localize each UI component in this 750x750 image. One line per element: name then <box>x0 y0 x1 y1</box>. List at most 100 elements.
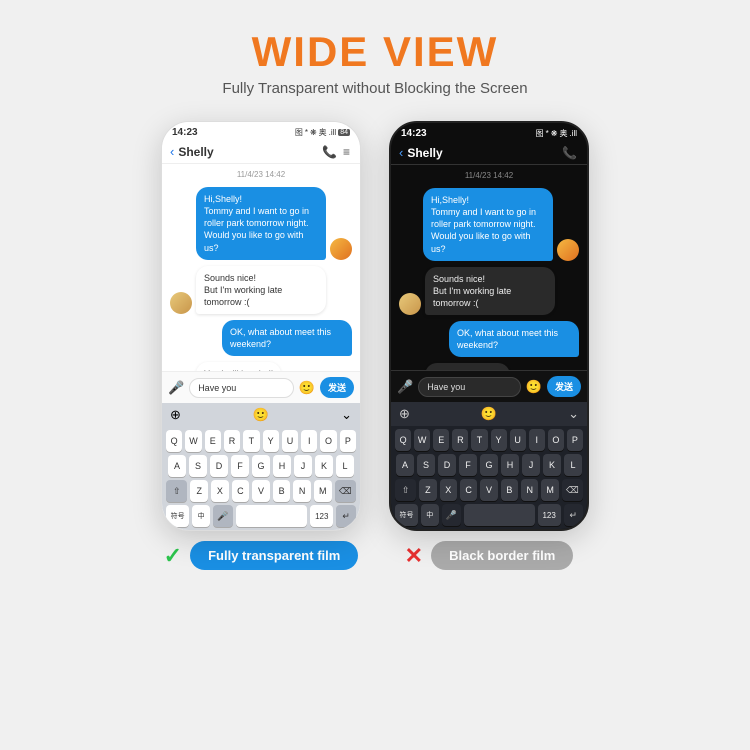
back-arrow-right[interactable]: ‹ <box>399 145 403 160</box>
key-lang[interactable]: 中 <box>192 505 210 527</box>
key-rbackspace[interactable]: ⌫ <box>562 479 583 501</box>
phone-right-inner: 14:23 图 * ❋ 奥 .ill ‹ Shelly <box>391 123 587 529</box>
key-mic[interactable]: 🎤 <box>213 505 233 527</box>
key-Y[interactable]: Y <box>263 430 279 452</box>
kb-tool-1[interactable]: ⊕ <box>170 407 181 423</box>
key-I[interactable]: I <box>301 430 317 452</box>
status-icons-right: 图 * ❋ 奥 .ill <box>536 128 577 139</box>
emoji-icon-right[interactable]: 🙂 <box>526 379 542 395</box>
key-rlang[interactable]: 中 <box>421 504 439 526</box>
key-rsymbol[interactable]: 符号 <box>395 504 418 526</box>
key-num[interactable]: 123 <box>310 505 333 527</box>
key-rE[interactable]: E <box>433 429 449 451</box>
key-E[interactable]: E <box>205 430 221 452</box>
chat-icons-right: 📞 <box>562 146 577 160</box>
send-button-right[interactable]: 发送 <box>547 376 581 397</box>
kb-tool-2[interactable]: 🙂 <box>253 407 269 423</box>
key-rL[interactable]: L <box>564 454 582 476</box>
key-rM[interactable]: M <box>541 479 558 501</box>
key-space[interactable] <box>236 505 307 527</box>
key-rZ[interactable]: Z <box>419 479 436 501</box>
phone-left-frame: 14:23 图 * ❋ 奥 .ill 84 ‹ Shelly <box>161 121 361 531</box>
phone-icon-right[interactable]: 📞 <box>562 146 577 160</box>
key-rA[interactable]: A <box>396 454 414 476</box>
key-rshift[interactable]: ⇧ <box>395 479 416 501</box>
key-rO[interactable]: O <box>548 429 564 451</box>
main-subtitle: Fully Transparent without Blocking the S… <box>222 80 527 97</box>
phone-icon-left[interactable]: 📞 <box>322 145 337 159</box>
key-V[interactable]: V <box>252 480 270 502</box>
key-rspace[interactable] <box>464 504 535 526</box>
key-rW[interactable]: W <box>414 429 430 451</box>
input-area-left: 🎤 Have you 🙂 发送 <box>162 371 360 403</box>
kb-row-3-left: ⇧ Z X C V B N M ⌫ <box>166 480 356 502</box>
key-rB[interactable]: B <box>501 479 518 501</box>
key-J[interactable]: J <box>294 455 312 477</box>
date-label-right: 11/4/23 14:42 <box>399 171 579 180</box>
key-rU[interactable]: U <box>510 429 526 451</box>
kb-tool-r3[interactable]: ⌄ <box>568 406 579 422</box>
key-D[interactable]: D <box>210 455 228 477</box>
key-C[interactable]: C <box>232 480 250 502</box>
key-rH[interactable]: H <box>501 454 519 476</box>
emoji-icon-left[interactable]: 🙂 <box>299 380 315 396</box>
key-rQ[interactable]: Q <box>395 429 411 451</box>
key-rY[interactable]: Y <box>491 429 507 451</box>
mic-icon-right[interactable]: 🎤 <box>397 379 413 395</box>
kb-tool-3[interactable]: ⌄ <box>341 407 352 423</box>
key-H[interactable]: H <box>273 455 291 477</box>
messages-left: 11/4/23 14:42 Hi,Shelly!Tommy and I want… <box>162 164 360 371</box>
key-rX[interactable]: X <box>440 479 457 501</box>
key-rV[interactable]: V <box>480 479 497 501</box>
key-rF[interactable]: F <box>459 454 477 476</box>
key-Z[interactable]: Z <box>190 480 208 502</box>
input-box-left[interactable]: Have you <box>189 378 294 398</box>
key-symbol[interactable]: 符号 <box>166 505 189 527</box>
key-U[interactable]: U <box>282 430 298 452</box>
key-shift[interactable]: ⇧ <box>166 480 187 502</box>
key-A[interactable]: A <box>168 455 186 477</box>
key-F[interactable]: F <box>231 455 249 477</box>
key-X[interactable]: X <box>211 480 229 502</box>
kb-row-4-right: 符号 中 🎤 123 ↵ <box>395 504 583 526</box>
key-Q[interactable]: Q <box>166 430 182 452</box>
key-K[interactable]: K <box>315 455 333 477</box>
key-renter[interactable]: ↵ <box>564 504 583 526</box>
key-P[interactable]: P <box>340 430 356 452</box>
kb-tool-r2[interactable]: 🙂 <box>481 406 497 422</box>
key-rI[interactable]: I <box>529 429 545 451</box>
key-rN[interactable]: N <box>521 479 538 501</box>
key-rJ[interactable]: J <box>522 454 540 476</box>
key-G[interactable]: G <box>252 455 270 477</box>
menu-icon-left[interactable]: ≡ <box>343 145 350 159</box>
key-rC[interactable]: C <box>460 479 477 501</box>
key-backspace[interactable]: ⌫ <box>335 480 356 502</box>
key-rD[interactable]: D <box>438 454 456 476</box>
key-N[interactable]: N <box>293 480 311 502</box>
left-label-pill: Fully transparent film <box>190 541 358 570</box>
input-box-right[interactable]: Have you <box>418 377 521 397</box>
mic-icon-left[interactable]: 🎤 <box>168 380 184 396</box>
back-arrow-left[interactable]: ‹ <box>170 144 174 159</box>
key-rP[interactable]: P <box>567 429 583 451</box>
key-rnum[interactable]: 123 <box>538 504 561 526</box>
right-label-pill: Black border film <box>431 541 573 570</box>
send-button-left[interactable]: 发送 <box>320 377 354 398</box>
key-rR[interactable]: R <box>452 429 468 451</box>
key-L[interactable]: L <box>336 455 354 477</box>
key-R[interactable]: R <box>224 430 240 452</box>
key-S[interactable]: S <box>189 455 207 477</box>
key-rS[interactable]: S <box>417 454 435 476</box>
key-rT[interactable]: T <box>471 429 487 451</box>
messages-right: 11/4/23 14:42 Hi,Shelly!Tommy and I want… <box>391 165 587 370</box>
key-rmic[interactable]: 🎤 <box>442 504 461 526</box>
key-O[interactable]: O <box>320 430 336 452</box>
key-rG[interactable]: G <box>480 454 498 476</box>
kb-tool-r1[interactable]: ⊕ <box>399 406 410 422</box>
key-T[interactable]: T <box>243 430 259 452</box>
key-rK[interactable]: K <box>543 454 561 476</box>
key-M[interactable]: M <box>314 480 332 502</box>
key-B[interactable]: B <box>273 480 291 502</box>
key-enter[interactable]: ↵ <box>336 505 356 527</box>
key-W[interactable]: W <box>185 430 201 452</box>
